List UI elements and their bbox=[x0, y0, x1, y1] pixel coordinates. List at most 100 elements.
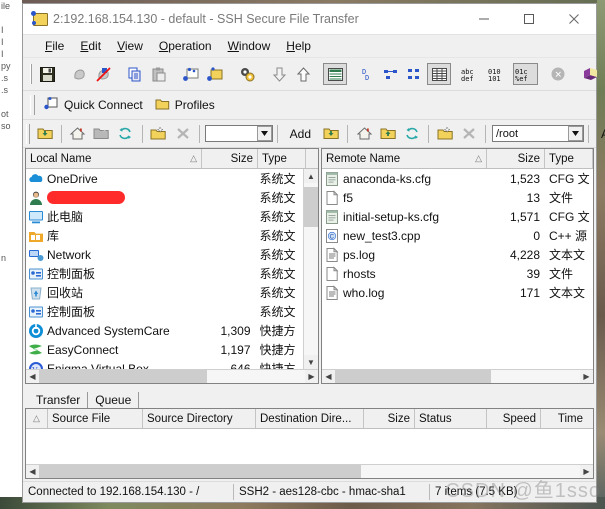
menu-item-file[interactable]: FFileile bbox=[37, 38, 72, 54]
remote-path-combo[interactable]: /root bbox=[492, 125, 584, 142]
report-view-icon[interactable] bbox=[403, 63, 427, 85]
local-file-name-cell[interactable]: 控制面板 bbox=[26, 303, 200, 320]
transfer-horizontal-scrollbar[interactable]: ◀ ▶ bbox=[26, 464, 593, 478]
table-row[interactable]: Cnew_test3.cpp 0 C++ 源 bbox=[322, 226, 593, 245]
local-file-name-cell[interactable]: V Enigma Virtual Box bbox=[26, 361, 200, 369]
remote-delete-icon[interactable] bbox=[457, 123, 481, 145]
remote-file-name-cell[interactable]: Cnew_test3.cpp bbox=[322, 228, 487, 244]
minimize-button[interactable] bbox=[461, 4, 506, 34]
copy-icon[interactable] bbox=[123, 63, 147, 85]
local-up-folder-icon[interactable] bbox=[33, 123, 57, 145]
table-row[interactable]: 控制面板 系统文 bbox=[26, 302, 303, 321]
help-book-icon[interactable] bbox=[578, 63, 602, 85]
transfer-hscroll-thumb[interactable] bbox=[39, 465, 361, 478]
remote-add-button[interactable]: Add bbox=[593, 127, 605, 141]
small-icons-icon[interactable]: D D bbox=[355, 63, 379, 85]
remote-file-name-cell[interactable]: anaconda-ks.cfg bbox=[322, 171, 487, 187]
table-row[interactable]: 库 系统文 bbox=[26, 226, 303, 245]
menu-item-window[interactable]: Window bbox=[220, 38, 279, 54]
local-file-name-cell[interactable]: 控制面板 bbox=[26, 265, 200, 282]
remote-file-name-cell[interactable]: f5 bbox=[322, 189, 487, 206]
transfer-col-speed[interactable]: Speed bbox=[487, 409, 541, 428]
local-hscroll-thumb[interactable] bbox=[39, 370, 207, 383]
local-hscroll-track[interactable] bbox=[39, 370, 305, 383]
download-icon[interactable] bbox=[267, 63, 291, 85]
local-file-name-cell[interactable]: 库 bbox=[26, 227, 200, 244]
settings-icon[interactable] bbox=[235, 63, 259, 85]
table-row[interactable]: 此电脑 系统文 bbox=[26, 207, 303, 226]
table-row[interactable]: ps.log 4,228 文本文 bbox=[322, 245, 593, 264]
local-col-size[interactable]: Size bbox=[202, 149, 258, 168]
local-scroll-up-icon[interactable]: ▲ bbox=[304, 169, 318, 183]
maximize-button[interactable] bbox=[506, 4, 551, 34]
local-vertical-scrollbar[interactable]: ▲ ▼ bbox=[303, 169, 318, 369]
remote-file-name-cell[interactable]: who.log bbox=[322, 284, 487, 301]
local-scroll-track[interactable] bbox=[304, 183, 318, 355]
remote-add-folder-icon[interactable] bbox=[433, 123, 457, 145]
table-row[interactable]: who.log 171 文本文 bbox=[322, 283, 593, 302]
local-add-button[interactable]: Add bbox=[282, 127, 319, 141]
remote-col-size[interactable]: Size bbox=[487, 149, 545, 168]
binary-transfer-icon[interactable]: 010 101 bbox=[486, 63, 513, 85]
local-file-name-cell[interactable]: EasyConnect bbox=[26, 342, 200, 358]
table-row[interactable]: 控制面板 系统文 bbox=[26, 264, 303, 283]
local-scroll-thumb[interactable] bbox=[304, 187, 318, 227]
local-new-folder-icon[interactable] bbox=[90, 123, 114, 145]
quick-connect-grip[interactable] bbox=[30, 95, 35, 115]
local-file-list[interactable]: OneDrive 系统文 系统文 此电脑 系统文库系统文 Network 系统文 控制面板 系统… bbox=[26, 169, 318, 369]
transfer-col-source-file[interactable]: Source File bbox=[48, 409, 143, 428]
table-row[interactable]: 回收站 系统文 bbox=[26, 283, 303, 302]
menu-item-edit[interactable]: Edit bbox=[72, 38, 109, 54]
table-row[interactable]: 系统文 bbox=[26, 188, 303, 207]
remote-col-type[interactable]: Type bbox=[545, 149, 593, 168]
table-row[interactable]: rhosts 39 文件 bbox=[322, 264, 593, 283]
ascii-transfer-icon[interactable]: abc def bbox=[459, 63, 486, 85]
table-row[interactable]: f5 13 文件 bbox=[322, 188, 593, 207]
new-file-transfer-icon[interactable] bbox=[203, 63, 227, 85]
local-scroll-down-icon[interactable]: ▼ bbox=[304, 355, 318, 369]
tab-transfer[interactable]: Transfer bbox=[29, 392, 89, 408]
stop-icon[interactable]: ✕ bbox=[546, 63, 570, 85]
remote-hscroll-track[interactable] bbox=[335, 370, 580, 383]
tab-queue[interactable]: Queue bbox=[88, 392, 140, 408]
transfer-col-source-dir[interactable]: Source Directory bbox=[143, 409, 256, 428]
transfer-col-time[interactable]: Time bbox=[541, 409, 587, 428]
remote-hscroll-left-icon[interactable]: ◀ bbox=[322, 372, 335, 381]
table-row[interactable]: V Enigma Virtual Box 646 快捷方 bbox=[26, 359, 303, 369]
local-add-folder-icon[interactable] bbox=[147, 123, 171, 145]
auto-transfer-icon[interactable]: 01c %ef bbox=[513, 63, 538, 85]
local-file-name-cell[interactable] bbox=[26, 190, 200, 206]
transfer-col-size[interactable]: Size bbox=[364, 409, 415, 428]
new-terminal-icon[interactable] bbox=[179, 63, 203, 85]
local-file-name-cell[interactable]: OneDrive bbox=[26, 171, 200, 187]
local-path-chevron-down-icon[interactable] bbox=[256, 126, 272, 141]
remote-file-name-cell[interactable]: initial-setup-ks.cfg bbox=[322, 209, 487, 225]
local-col-name[interactable]: Local Name △ bbox=[26, 149, 202, 168]
remote-hscroll-right-icon[interactable]: ▶ bbox=[580, 372, 593, 381]
menu-item-operation[interactable]: Operation bbox=[151, 38, 220, 54]
transfer-hscroll-right-icon[interactable]: ▶ bbox=[580, 467, 593, 476]
close-button[interactable] bbox=[551, 4, 596, 34]
transfer-col-dest-dir[interactable]: Destination Dire... bbox=[256, 409, 364, 428]
transfer-col-status[interactable]: Status bbox=[415, 409, 487, 428]
local-refresh-icon[interactable] bbox=[114, 123, 138, 145]
table-row[interactable]: EasyConnect 1,197 快捷方 bbox=[26, 340, 303, 359]
table-row[interactable]: Advanced SystemCare 1,309 快捷方 bbox=[26, 321, 303, 340]
save-icon[interactable] bbox=[35, 63, 59, 85]
local-hscroll-right-icon[interactable]: ▶ bbox=[305, 372, 318, 381]
local-file-name-cell[interactable]: Network bbox=[26, 247, 200, 263]
remote-horizontal-scrollbar[interactable]: ◀ ▶ bbox=[322, 369, 593, 383]
remote-path-chevron-down-icon[interactable] bbox=[568, 126, 583, 141]
transfer-hscroll-track[interactable] bbox=[39, 465, 580, 478]
connect-icon[interactable] bbox=[67, 63, 91, 85]
details-tree-icon[interactable] bbox=[379, 63, 403, 85]
upload-icon[interactable] bbox=[291, 63, 315, 85]
menu-item-view[interactable]: View bbox=[109, 38, 151, 54]
local-delete-icon[interactable] bbox=[171, 123, 195, 145]
local-file-name-cell[interactable]: Advanced SystemCare bbox=[26, 323, 200, 339]
local-col-type[interactable]: Type bbox=[258, 149, 306, 168]
local-file-name-cell[interactable]: 此电脑 bbox=[26, 208, 200, 225]
local-home-icon[interactable] bbox=[66, 123, 90, 145]
toolbar-grip[interactable] bbox=[30, 64, 32, 84]
remote-file-name-cell[interactable]: ps.log bbox=[322, 246, 487, 263]
